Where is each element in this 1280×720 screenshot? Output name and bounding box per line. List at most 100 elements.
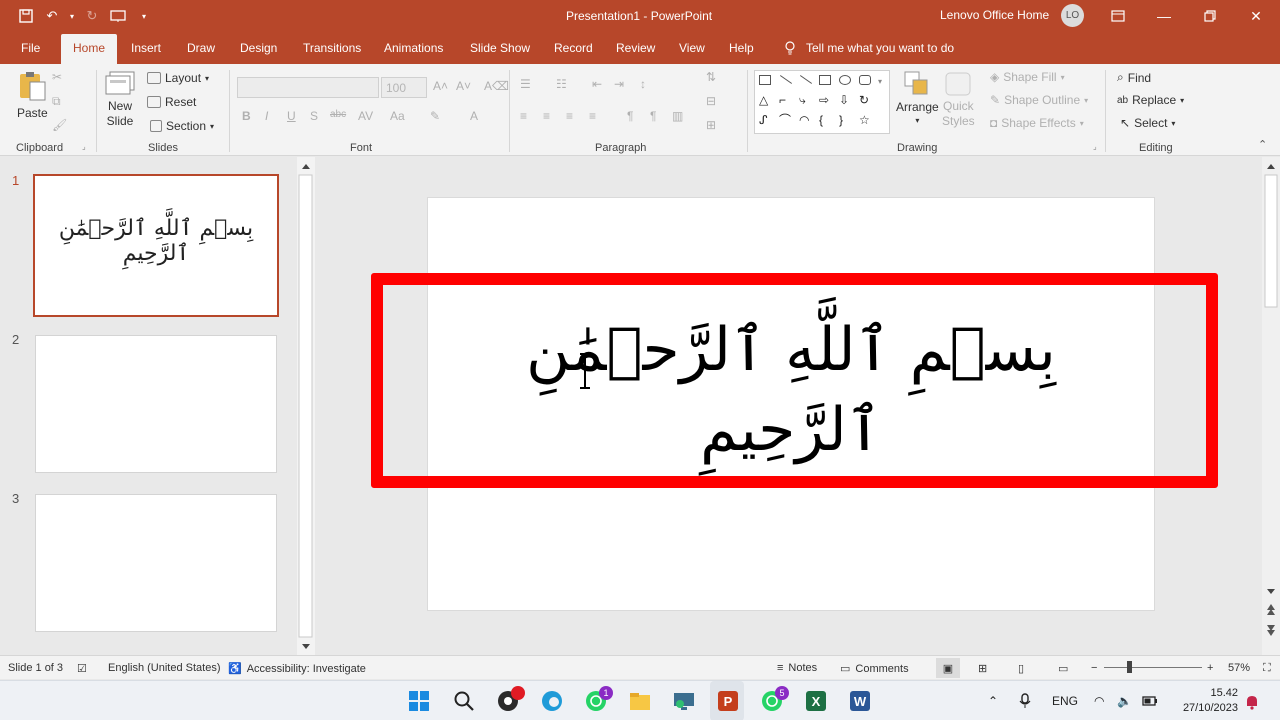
line-spacing-icon[interactable]: ↕: [640, 77, 646, 91]
bullets-icon[interactable]: ☰: [520, 77, 531, 91]
battery-icon[interactable]: [1142, 696, 1158, 706]
drawing-launcher-icon[interactable]: ⌟: [1093, 142, 1097, 151]
ltr-icon[interactable]: ¶: [627, 109, 633, 123]
tab-design[interactable]: Design: [240, 41, 277, 55]
shape-effects-button[interactable]: ◘ Shape Effects ▾: [990, 116, 1084, 130]
thumbnail-scrollbar[interactable]: [297, 157, 315, 655]
accessibility-checker[interactable]: ♿ Accessibility: Investigate: [228, 662, 366, 676]
slide-thumbnail-3[interactable]: [35, 494, 277, 632]
underline-icon[interactable]: U: [287, 109, 296, 123]
tab-animations[interactable]: Animations: [384, 41, 443, 55]
text-shadow-icon[interactable]: S: [310, 109, 318, 123]
slide-thumbnail-2[interactable]: [35, 335, 277, 473]
strikethrough-icon[interactable]: abc: [330, 109, 346, 120]
align-right-icon[interactable]: ≡: [566, 109, 573, 123]
italic-icon[interactable]: I: [265, 109, 268, 123]
tell-me-search[interactable]: Tell me what you want to do: [784, 41, 954, 58]
paste-button[interactable]: Paste: [17, 70, 48, 120]
decrease-indent-icon[interactable]: ⇤: [592, 77, 602, 91]
comments-button[interactable]: ▭ Comments: [840, 662, 909, 676]
powerpoint-icon[interactable]: P: [717, 690, 739, 712]
undo-icon[interactable]: ↶: [42, 6, 62, 26]
new-slide-button[interactable]: New Slide: [104, 70, 136, 128]
find-button[interactable]: ⌕ Find: [1117, 70, 1151, 85]
system-clock[interactable]: 15.42 27/10/2023: [1172, 686, 1238, 716]
remote-desktop-icon[interactable]: [673, 690, 695, 712]
justify-icon[interactable]: ≡: [589, 109, 596, 123]
section-button[interactable]: Section ▾: [150, 119, 214, 133]
zoom-in-icon[interactable]: +: [1207, 662, 1213, 674]
copy-icon[interactable]: ⧉: [52, 94, 61, 109]
shapes-gallery[interactable]: △ ⌐ ⤷ ⇨ ⇩ ↻ ᔑ ⌒ ◠ { } ☆ ▾: [754, 70, 890, 134]
character-spacing-icon[interactable]: AV: [358, 109, 373, 123]
format-painter-icon[interactable]: 🖌: [52, 118, 67, 132]
highlight-icon[interactable]: ✎: [430, 109, 440, 123]
account-name[interactable]: Lenovo Office Home: [940, 8, 1049, 22]
rtl-icon[interactable]: ¶: [650, 109, 656, 123]
shape-outline-button[interactable]: ✎ Shape Outline ▾: [990, 93, 1088, 107]
increase-indent-icon[interactable]: ⇥: [614, 77, 624, 91]
increase-font-icon[interactable]: A˄: [433, 79, 448, 93]
align-left-icon[interactable]: ≡: [520, 109, 527, 123]
quick-styles-button[interactable]: Quick Styles: [942, 70, 975, 128]
zoom-out-icon[interactable]: −: [1091, 662, 1097, 674]
collapse-ribbon-icon[interactable]: ⌃: [1258, 138, 1267, 151]
font-size-combobox[interactable]: 100: [381, 77, 427, 98]
tab-slide-show[interactable]: Slide Show: [470, 41, 530, 55]
wifi-icon[interactable]: ◠: [1094, 694, 1104, 708]
reset-button[interactable]: Reset: [147, 95, 196, 109]
search-icon[interactable]: [453, 690, 475, 712]
present-from-start-icon[interactable]: [108, 6, 128, 26]
excel-icon[interactable]: X: [805, 690, 827, 712]
tab-review[interactable]: Review: [616, 41, 655, 55]
arrange-button[interactable]: Arrange ▾: [896, 70, 939, 125]
text-direction-icon[interactable]: ⇅: [706, 70, 716, 84]
clear-formatting-icon[interactable]: A⌫: [484, 79, 509, 93]
clipboard-launcher-icon[interactable]: ⌟: [82, 142, 86, 151]
reading-view-icon[interactable]: ▯: [1018, 662, 1024, 675]
font-color-icon[interactable]: A: [470, 109, 478, 123]
zoom-slider[interactable]: [1104, 667, 1202, 668]
zoom-level[interactable]: 57%: [1228, 662, 1250, 674]
replace-button[interactable]: ab Replace ▾: [1117, 93, 1184, 107]
columns-icon[interactable]: ▥: [672, 109, 683, 123]
input-language[interactable]: ENG: [1052, 694, 1078, 708]
select-button[interactable]: ↖ Select ▾: [1120, 116, 1175, 130]
customize-qat-icon[interactable]: ▾: [134, 6, 154, 26]
notes-button[interactable]: ≡ Notes: [777, 662, 817, 674]
font-name-combobox[interactable]: [237, 77, 379, 98]
tab-file[interactable]: File: [21, 41, 40, 55]
minimize-icon[interactable]: —: [1152, 5, 1176, 27]
tab-insert[interactable]: Insert: [131, 41, 161, 55]
decrease-font-icon[interactable]: A˅: [456, 79, 471, 93]
tab-record[interactable]: Record: [554, 41, 593, 55]
microphone-icon[interactable]: [1019, 693, 1031, 709]
tab-view[interactable]: View: [679, 41, 705, 55]
layout-button[interactable]: Layout ▾: [147, 71, 209, 85]
redo-icon[interactable]: ↻: [82, 6, 102, 26]
word-icon[interactable]: W: [849, 690, 871, 712]
smartart-icon[interactable]: ⊞: [706, 118, 716, 132]
spell-check-icon[interactable]: ☑: [77, 662, 87, 675]
slideshow-view-icon[interactable]: ▭: [1058, 662, 1068, 675]
tab-transitions[interactable]: Transitions: [303, 41, 361, 55]
windows-start-icon[interactable]: [408, 690, 430, 712]
close-icon[interactable]: ✕: [1244, 5, 1268, 27]
zoom-slider-thumb[interactable]: [1127, 661, 1132, 673]
slide-sorter-icon[interactable]: ⊞: [978, 662, 987, 675]
notification-bell-icon[interactable]: [1245, 694, 1259, 710]
change-case-icon[interactable]: Aa: [390, 109, 405, 123]
language-indicator[interactable]: English (United States): [108, 662, 221, 674]
cut-icon[interactable]: ✂: [52, 70, 62, 84]
avatar[interactable]: LO: [1061, 4, 1084, 27]
slide-scrollbar[interactable]: [1262, 157, 1280, 655]
volume-icon[interactable]: 🔈: [1117, 694, 1132, 708]
tab-help[interactable]: Help: [729, 41, 754, 55]
numbering-icon[interactable]: ☷: [556, 77, 567, 91]
restore-icon[interactable]: [1198, 5, 1222, 27]
align-text-icon[interactable]: ⊟: [706, 94, 716, 108]
fit-to-window-icon[interactable]: ⛶: [1263, 662, 1271, 675]
shape-fill-button[interactable]: ◈ Shape Fill ▾: [990, 70, 1065, 84]
save-icon[interactable]: [16, 6, 36, 26]
tab-home[interactable]: Home: [61, 34, 118, 64]
